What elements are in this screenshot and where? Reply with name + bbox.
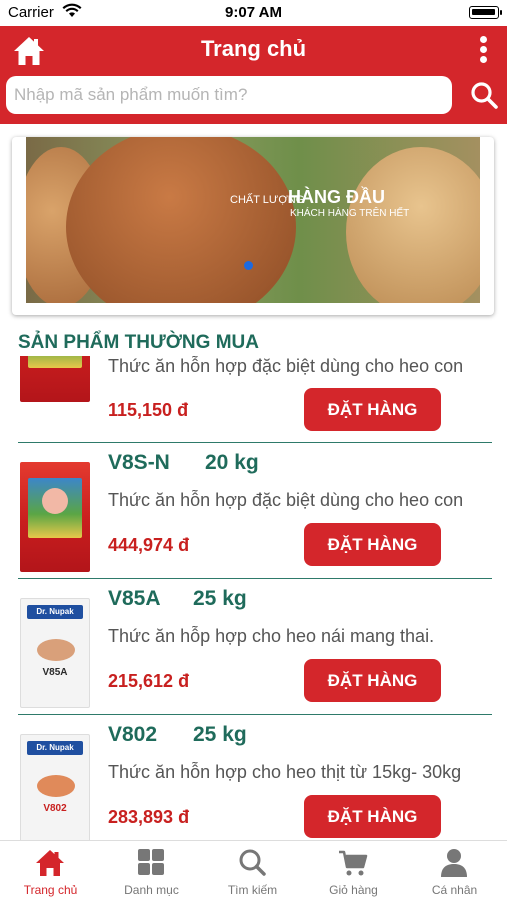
- product-description: Thức ăn hỗn hợp cho heo thịt từ 15kg- 30…: [108, 762, 462, 782]
- product-item[interactable]: Dr. Nupak V802 V802 25 kg Thức ăn hỗn hợ…: [0, 716, 507, 840]
- order-button[interactable]: ĐẶT HÀNG: [304, 795, 441, 838]
- search-input[interactable]: [6, 76, 452, 114]
- tab-label: Danh mục: [124, 883, 179, 897]
- package-brand: Dr. Nupak: [27, 605, 83, 619]
- divider: [18, 442, 492, 443]
- tab-profile[interactable]: Cá nhân: [404, 841, 505, 901]
- search-field[interactable]: [6, 76, 452, 114]
- search-icon: [239, 849, 266, 876]
- tab-label: Tìm kiếm: [227, 883, 278, 897]
- page-title: Trang chủ: [200, 36, 307, 61]
- tab-label: Cá nhân: [431, 883, 478, 897]
- status-bar: Carrier 9:07 AM: [0, 0, 507, 26]
- clock: 9:07 AM: [225, 4, 282, 21]
- pig-icon: [37, 775, 75, 797]
- pig-icon: [37, 639, 75, 661]
- divider: [18, 714, 492, 715]
- product-image: [20, 356, 90, 402]
- search-icon[interactable]: [469, 80, 499, 110]
- bottom-tab-bar: Trang chủ Danh mục Tìm kiếm Giỏ hàng Cá …: [0, 840, 507, 900]
- product-description: Thức ăn hỗn hợp đặc biệt dùng cho heo co…: [108, 356, 464, 376]
- package-label: V85A: [42, 667, 68, 678]
- banner-card[interactable]: CHẤT LƯỢNG HÀNG ĐẦU KHÁCH HÀNG TRÊN HẾT: [12, 137, 494, 315]
- tab-cart[interactable]: Giỏ hàng: [303, 841, 404, 901]
- battery-icon: [469, 6, 502, 19]
- tab-search[interactable]: Tìm kiếm: [202, 841, 303, 901]
- more-vertical-icon[interactable]: [477, 34, 489, 68]
- product-weight: 25 kg: [193, 587, 247, 610]
- section-title: SẢN PHẨM THƯỜNG MUA: [18, 332, 259, 353]
- app-header: Trang chủ: [0, 26, 507, 124]
- tab-label: Trang chủ: [23, 883, 78, 897]
- package-label: V802: [43, 803, 67, 814]
- product-item[interactable]: V8S-N 20 kg Thức ăn hỗn hợp đặc biệt dùn…: [0, 444, 507, 580]
- product-price: 115,150 đ: [108, 400, 189, 420]
- product-price: 283,893 đ: [108, 807, 190, 827]
- product-price: 444,974 đ: [108, 535, 190, 555]
- grid-icon: [138, 849, 164, 875]
- product-code: V85A: [108, 587, 161, 610]
- product-image: [20, 462, 90, 572]
- product-weight: 20 kg: [205, 451, 259, 474]
- order-button[interactable]: ĐẶT HÀNG: [304, 659, 441, 702]
- tab-home[interactable]: Trang chủ: [0, 841, 101, 901]
- product-code: V8S-N: [108, 451, 170, 474]
- user-icon: [441, 849, 467, 877]
- product-code: V802: [108, 723, 158, 746]
- order-button[interactable]: ĐẶT HÀNG: [304, 523, 441, 566]
- product-list[interactable]: Thức ăn hỗn hợp đặc biệt dùng cho heo co…: [0, 356, 507, 840]
- divider: [18, 578, 492, 579]
- tab-categories[interactable]: Danh mục: [101, 841, 202, 901]
- product-description: Thức ăn hỗp hợp cho heo nái mang thai.: [108, 626, 435, 646]
- product-item[interactable]: Thức ăn hỗn hợp đặc biệt dùng cho heo co…: [0, 356, 507, 443]
- home-icon: [36, 850, 64, 876]
- cart-icon: [339, 850, 368, 876]
- banner-caption-sub: KHÁCH HÀNG TRÊN HẾT: [290, 208, 410, 219]
- package-brand: Dr. Nupak: [27, 741, 83, 755]
- product-price: 215,612 đ: [108, 671, 190, 691]
- product-image: Dr. Nupak V802: [20, 734, 90, 840]
- product-description: Thức ăn hỗn hợp đặc biệt dùng cho heo co…: [108, 490, 464, 510]
- promo-banner[interactable]: CHẤT LƯỢNG HÀNG ĐẦU KHÁCH HÀNG TRÊN HẾT: [26, 137, 480, 303]
- tab-label: Giỏ hàng: [329, 883, 378, 897]
- product-weight: 25 kg: [193, 723, 247, 746]
- order-button[interactable]: ĐẶT HÀNG: [304, 388, 441, 431]
- product-image: Dr. Nupak V85A: [20, 598, 90, 708]
- product-item[interactable]: Dr. Nupak V85A V85A 25 kg Thức ăn hỗp hợ…: [0, 580, 507, 716]
- page-indicator-dot[interactable]: [244, 261, 253, 270]
- banner-caption-big: HÀNG ĐẦU: [288, 187, 385, 207]
